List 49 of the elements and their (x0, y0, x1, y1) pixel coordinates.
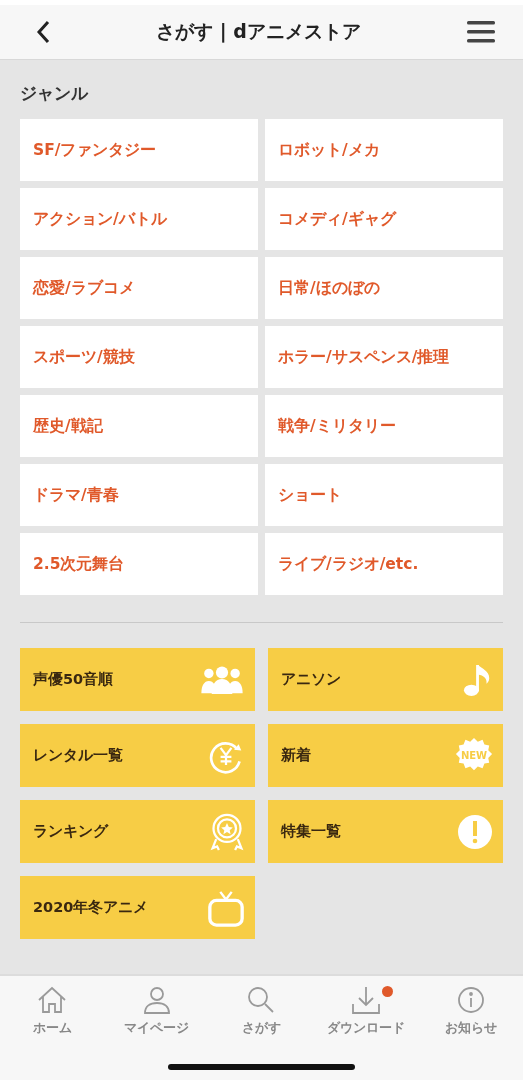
tile-label: 特集一覧 (281, 822, 341, 841)
tile-label: 2020年冬アニメ (33, 898, 149, 917)
tile-label: アニソン (281, 670, 341, 689)
download-icon (351, 986, 382, 1014)
tab-label: ダウンロード (327, 1020, 406, 1037)
genre-tile[interactable]: ライブ/ラジオ/etc. (265, 533, 503, 595)
category-tile[interactable]: 特集一覧 (268, 800, 503, 863)
genre-tile[interactable]: スポーツ/競技 (20, 326, 258, 388)
tab-label: ホーム (32, 1020, 72, 1037)
genre-tile[interactable]: ホラー/サスペンス/推理 (265, 326, 503, 388)
category-tile[interactable]: 声優50音順 (20, 648, 255, 711)
tile-label: 新着 (281, 746, 311, 765)
medal-icon (209, 811, 245, 852)
tile-label: レンタル一覧 (33, 746, 123, 765)
exclamation-icon (457, 813, 493, 850)
genre-tile[interactable]: SF/ファンタジー (20, 119, 258, 181)
menu-icon[interactable] (467, 21, 495, 43)
tab-label: さがす (242, 1020, 281, 1037)
genre-tile[interactable]: 2.5次元舞台 (20, 533, 258, 595)
tab-bar-item[interactable]: さがす (209, 986, 314, 1037)
tab-bar-item[interactable]: マイページ (104, 986, 210, 1037)
genre-tile[interactable]: ショート (265, 464, 503, 526)
people-icon (199, 664, 245, 695)
home-icon (37, 986, 68, 1014)
back-icon[interactable] (36, 20, 50, 44)
page-title: さがす | dアニメストア (156, 19, 361, 45)
genre-tile[interactable]: ロボット/メカ (265, 119, 503, 181)
category-tile[interactable]: アニソン (268, 648, 503, 711)
category-tile[interactable]: 2020年冬アニメ (20, 876, 255, 939)
tab-bar-item[interactable]: ダウンロード (313, 986, 419, 1037)
genre-tile[interactable]: 戦争/ミリタリー (265, 395, 503, 457)
info-icon (455, 986, 486, 1014)
category-tile[interactable]: 新着 NEW (268, 724, 503, 787)
genre-tile[interactable]: ドラマ/青春 (20, 464, 258, 526)
person-icon (141, 986, 172, 1014)
tab-bar-item[interactable]: ホーム (0, 986, 105, 1037)
tab-label: マイページ (124, 1020, 190, 1037)
tile-label: 声優50音順 (33, 670, 114, 689)
tab-bar-item[interactable]: お知らせ (418, 986, 523, 1037)
genre-tile[interactable]: 恋愛/ラブコメ (20, 257, 258, 319)
genre-tile[interactable]: アクション/バトル (20, 188, 258, 250)
tile-label: ランキング (33, 822, 108, 841)
section-heading: ジャンル (20, 82, 90, 105)
category-tile[interactable]: ランキング (20, 800, 255, 863)
tab-label: お知らせ (444, 1020, 497, 1037)
genre-tile[interactable]: 歴史/戦記 (20, 395, 258, 457)
genre-tile[interactable]: 日常/ほのぼの (265, 257, 503, 319)
genre-tile[interactable]: コメディ/ギャグ (265, 188, 503, 250)
category-tile[interactable]: レンタル一覧 (20, 724, 255, 787)
